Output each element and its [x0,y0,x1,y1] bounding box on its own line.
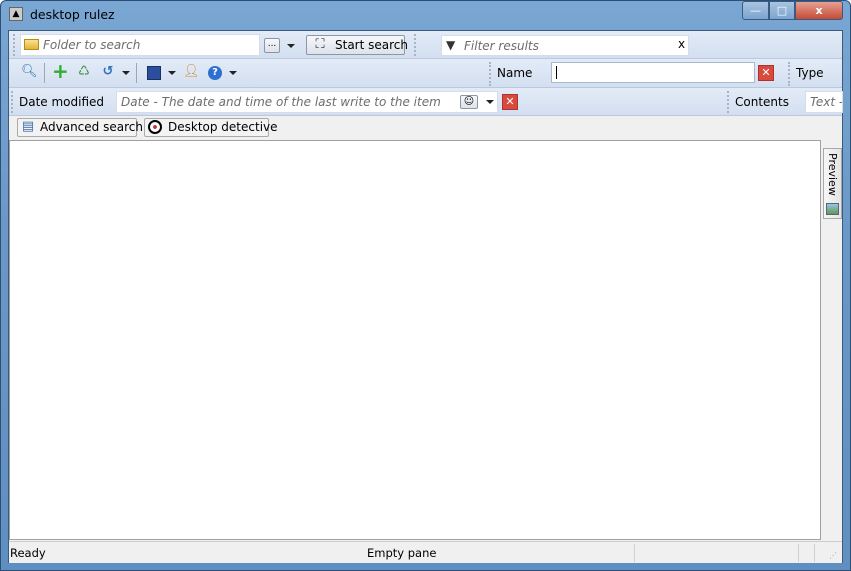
desktop-detective-button[interactable]: Desktop detective [144,118,278,137]
toolbar-grip[interactable] [727,91,730,113]
toolbar-grip[interactable] [13,34,16,56]
toolbar-grip[interactable] [414,34,417,56]
text-cursor [556,66,557,79]
contents-label: Contents [735,95,789,109]
user-icon[interactable]: 👤︎ [183,64,200,80]
filter-clear-button[interactable]: x [678,37,685,51]
resize-grip[interactable]: ⋰ [829,551,837,560]
folder-icon [24,39,39,50]
type-label: Type [796,66,824,80]
contents-input[interactable]: Text - [805,91,843,113]
status-bar: Ready Empty pane ⋰ [9,541,842,563]
recycle-bin-icon[interactable]: ♺ [76,64,92,80]
minimize-button[interactable]: — [742,1,769,20]
target-icon [148,120,162,134]
separator [44,63,45,83]
binoculars-icon: ⛶ [315,37,325,52]
preview-tab[interactable]: Preview [823,148,842,219]
status-separator [798,544,799,562]
save-icon[interactable] [147,66,161,80]
save-dropdown-icon[interactable] [168,71,176,75]
filter-icon: ▼ [446,38,456,52]
filter-input[interactable]: Filter results [441,35,689,56]
date-dropdown-icon[interactable] [486,100,494,104]
toolbar-grip[interactable] [489,62,492,86]
window-title: desktop rulez [30,7,115,22]
close-button[interactable]: x [795,1,843,20]
toolbar-grip[interactable] [11,91,14,113]
date-modified-label: Date modified [19,95,105,109]
help-dropdown-icon[interactable] [229,71,237,75]
clear-date-button[interactable]: ✕ [502,94,518,110]
clear-name-button[interactable]: ✕ [758,65,774,81]
separator [136,63,137,83]
picture-icon [826,203,839,215]
help-icon[interactable]: ? [208,66,222,80]
results-pane[interactable] [9,140,821,540]
browse-button[interactable]: ... [264,38,280,53]
refresh-dropdown-icon[interactable] [122,71,130,75]
status-separator [814,544,815,562]
app-icon: ▲ [9,7,23,21]
status-pane-text: Empty pane [367,546,437,560]
maximize-button[interactable]: □ [769,1,795,20]
refresh-icon[interactable]: ↺ [100,64,116,80]
folder-input[interactable]: Folder to search [20,34,260,56]
folder-dropdown-icon[interactable] [287,44,295,48]
name-label: Name [497,66,533,80]
add-icon[interactable]: + [52,61,69,81]
search-icon[interactable]: 🔍︎ [21,64,38,80]
advanced-search-icon: ▤ [21,119,35,134]
status-separator [634,544,635,562]
name-input[interactable] [551,62,755,83]
preview-tab-label: Preview [826,153,839,196]
toolbar-grip[interactable] [788,62,791,86]
date-input[interactable]: Date - The date and time of the last wri… [116,91,498,113]
status-text: Ready [10,546,46,560]
date-picker-button[interactable]: ☺ [460,95,478,109]
